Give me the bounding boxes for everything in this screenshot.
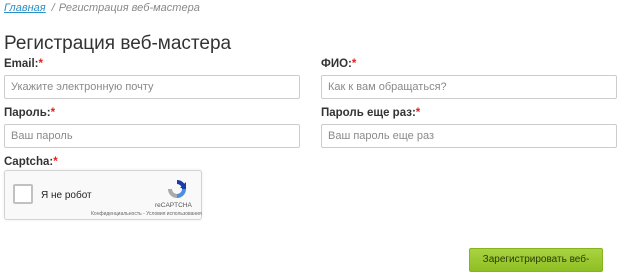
required-mark: * — [53, 156, 58, 168]
email-label: Email:* — [4, 58, 43, 70]
fio-label: ФИО:* — [321, 58, 357, 70]
password-repeat-field-group: Пароль еще раз:* — [321, 107, 617, 148]
recaptcha-checkbox-label: Я не робот — [41, 190, 92, 201]
register-button[interactable]: Зарегистрировать веб-мастера — [469, 248, 603, 272]
recaptcha-terms-link[interactable]: Конфиденциальность - Условия использован… — [91, 211, 202, 217]
email-field[interactable] — [4, 75, 300, 99]
breadcrumb-separator: / — [51, 2, 55, 14]
password-label: Пароль:* — [4, 107, 56, 119]
required-mark: * — [50, 107, 56, 119]
fio-field[interactable] — [321, 75, 617, 99]
password-repeat-field[interactable] — [321, 124, 617, 148]
recaptcha-widget: Я не робот reCAPTCHA Конфиденциальность … — [4, 170, 202, 220]
required-mark: * — [351, 58, 357, 70]
required-mark: * — [38, 58, 43, 70]
recaptcha-logo-icon — [168, 180, 186, 198]
recaptcha-checkbox[interactable] — [13, 184, 33, 204]
fio-field-group: ФИО:* — [321, 58, 617, 99]
required-mark: * — [415, 107, 421, 119]
page-title: Регистрация веб-мастера — [4, 33, 232, 54]
password-field-group: Пароль:* — [4, 107, 300, 148]
recaptcha-brand: reCAPTCHA — [155, 202, 192, 209]
captcha-label: Captcha:* — [4, 156, 58, 168]
breadcrumb-current: Регистрация веб-мастера — [58, 2, 200, 14]
password-field[interactable] — [4, 124, 300, 148]
email-field-group: Email:* — [4, 58, 300, 99]
breadcrumb-home-link[interactable]: Главная — [4, 2, 46, 14]
breadcrumb: Главная / Регистрация веб-мастера — [4, 2, 200, 14]
password-repeat-label: Пароль еще раз:* — [321, 107, 421, 119]
